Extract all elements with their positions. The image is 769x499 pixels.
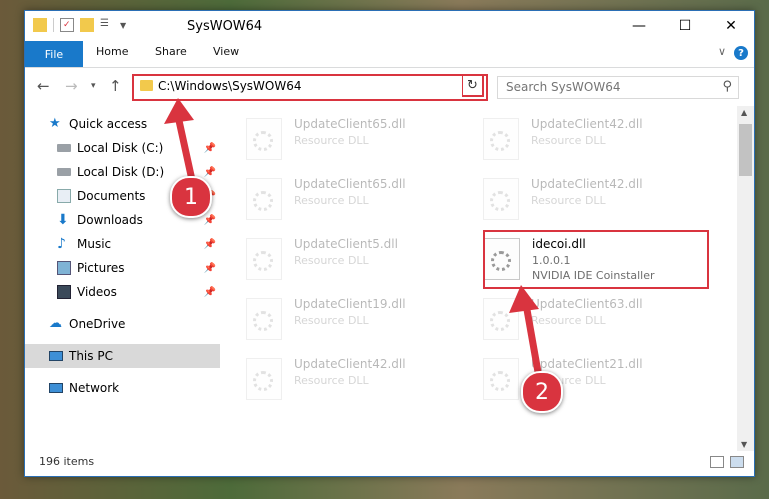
- arrow-1: [174, 115, 196, 181]
- arrow-2: [522, 303, 542, 373]
- arrow-2-head: [509, 285, 539, 313]
- step-1-badge: 1: [170, 176, 212, 218]
- arrow-1-head: [164, 98, 194, 124]
- step-2-badge: 2: [521, 371, 563, 413]
- annotation-overlay: [164, 98, 542, 373]
